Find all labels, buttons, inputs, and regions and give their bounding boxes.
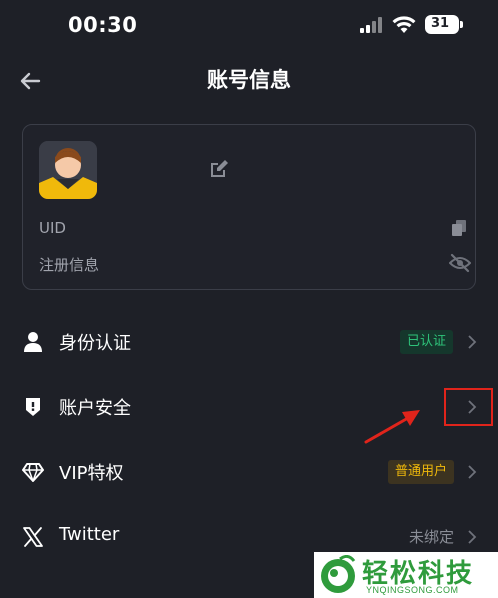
menu-item-identity-verification[interactable]: 身份认证 已认证 bbox=[0, 311, 498, 373]
copy-icon[interactable] bbox=[451, 219, 467, 237]
vip-level-badge: 普通用户 bbox=[388, 460, 455, 484]
person-icon bbox=[24, 332, 42, 352]
chevron-right-icon bbox=[468, 530, 477, 544]
shield-icon bbox=[26, 398, 40, 416]
wifi-icon bbox=[392, 16, 416, 33]
menu-item-label: Twitter bbox=[59, 524, 120, 545]
avatar[interactable] bbox=[39, 141, 97, 199]
eye-hidden-icon[interactable] bbox=[449, 253, 471, 273]
watermark-logo-icon bbox=[321, 555, 356, 593]
annotation-arrow-icon bbox=[364, 410, 420, 444]
page-title: 账号信息 bbox=[207, 68, 291, 92]
registration-info-label: 注册信息 bbox=[39, 256, 100, 274]
menu-item-label: 账户安全 bbox=[59, 398, 131, 419]
highlight-box bbox=[444, 388, 493, 426]
avatar-icon bbox=[39, 141, 97, 199]
diamond-icon bbox=[22, 463, 44, 482]
profile-card: UID 注册信息 bbox=[22, 124, 476, 290]
x-logo-icon bbox=[23, 527, 43, 547]
menu-item-vip-privileges[interactable]: VIP特权 普通用户 bbox=[0, 441, 498, 503]
battery-icon: 31 bbox=[425, 15, 459, 34]
bind-status: 未绑定 bbox=[408, 528, 454, 546]
menu-item-label: VIP特权 bbox=[59, 463, 124, 484]
status-bar: 00:30 31 bbox=[0, 0, 498, 52]
verified-badge: 已认证 bbox=[400, 330, 454, 354]
status-time: 00:30 bbox=[68, 13, 138, 37]
chevron-right-icon bbox=[468, 465, 477, 479]
battery-tip bbox=[460, 21, 463, 28]
watermark-subtitle: YNQINGSONG.COM bbox=[366, 585, 459, 595]
menu-item-label: 身份认证 bbox=[59, 333, 131, 354]
uid-label: UID bbox=[39, 219, 66, 237]
edit-icon[interactable] bbox=[209, 159, 229, 179]
watermark: 轻松科技 YNQINGSONG.COM bbox=[314, 552, 498, 598]
cellular-signal-icon bbox=[360, 17, 384, 33]
battery-level: 31 bbox=[430, 16, 450, 31]
chevron-right-icon bbox=[468, 335, 477, 349]
